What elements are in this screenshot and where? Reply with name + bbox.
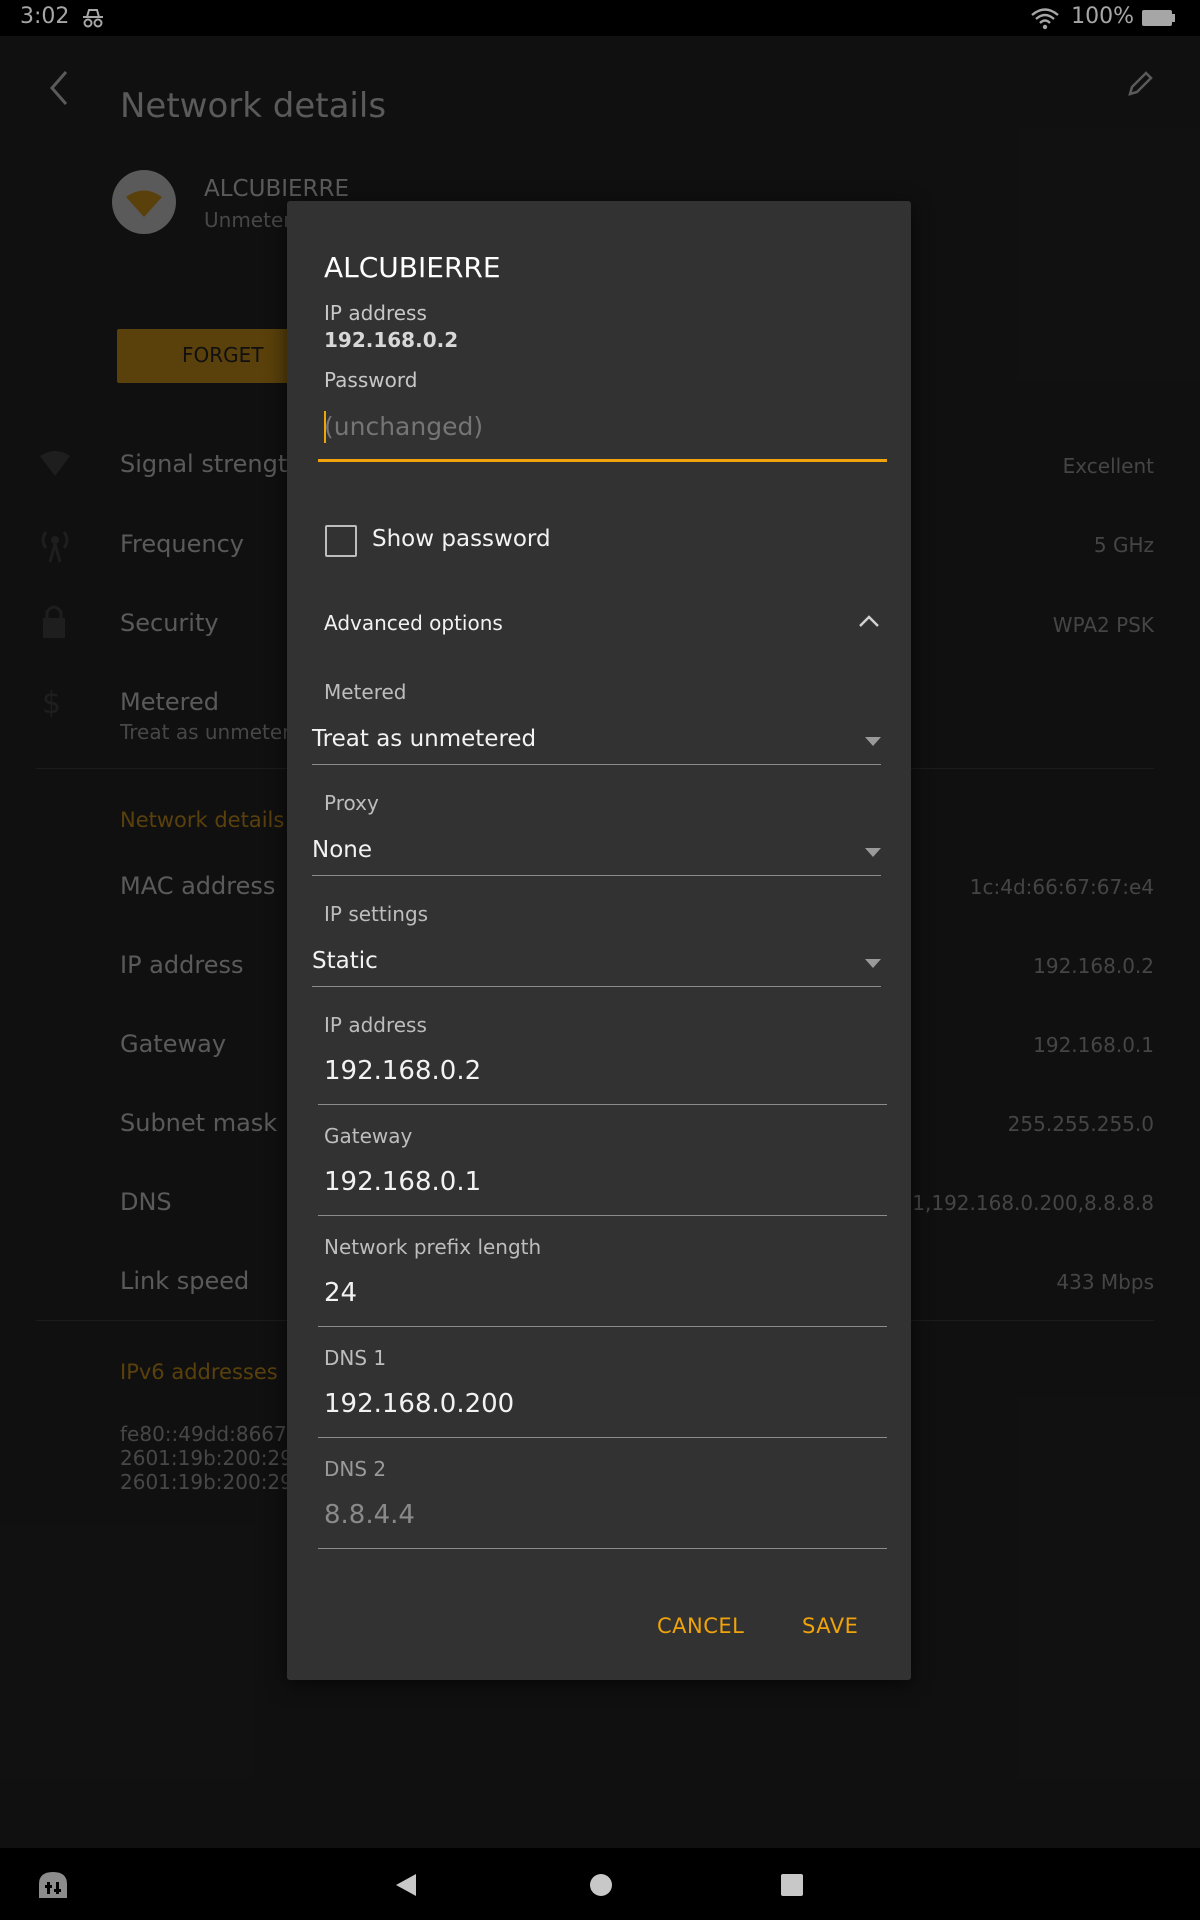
proxy-label: Proxy — [324, 791, 379, 815]
gateway-field-label: Gateway — [324, 1124, 413, 1148]
password-input[interactable] — [318, 404, 890, 448]
home-nav-icon[interactable] — [589, 1873, 613, 1897]
dns1-label: DNS 1 — [324, 1346, 387, 1370]
dropdown-arrow-icon[interactable] — [865, 848, 881, 857]
password-underline — [318, 459, 887, 462]
ip-settings-select[interactable]: Static — [312, 948, 378, 974]
cancel-button[interactable]: CANCEL — [657, 1614, 744, 1638]
prefix-length-input[interactable]: 24 — [324, 1278, 357, 1308]
dns1-input[interactable]: 192.168.0.200 — [324, 1389, 514, 1419]
navigation-bar — [0, 1848, 1200, 1920]
wifi-config-dialog: ALCUBIERRE IP address 192.168.0.2 Passwo… — [287, 201, 911, 1680]
advanced-options-label[interactable]: Advanced options — [324, 611, 503, 635]
save-button[interactable]: SAVE — [802, 1614, 858, 1638]
ip-address-field-label: IP address — [324, 1013, 427, 1037]
ip-address-value: 192.168.0.2 — [324, 328, 459, 352]
dns2-input[interactable]: 8.8.4.4 — [324, 1500, 415, 1530]
ip-settings-label: IP settings — [324, 902, 429, 926]
dropdown-arrow-icon[interactable] — [865, 959, 881, 968]
dialog-title: ALCUBIERRE — [324, 251, 501, 284]
dns2-label: DNS 2 — [324, 1457, 387, 1481]
password-label: Password — [324, 368, 418, 392]
ip-address-label: IP address — [324, 301, 427, 325]
quick-settings-icon[interactable] — [36, 1868, 70, 1902]
metered-select[interactable]: Treat as unmetered — [312, 726, 536, 752]
ip-address-input[interactable]: 192.168.0.2 — [324, 1056, 481, 1086]
proxy-select[interactable]: None — [312, 837, 372, 863]
metered-label: Metered — [324, 680, 407, 704]
recents-nav-icon[interactable] — [780, 1873, 804, 1897]
gateway-input[interactable]: 192.168.0.1 — [324, 1167, 481, 1197]
show-password-checkbox[interactable] — [325, 525, 357, 557]
prefix-length-label: Network prefix length — [324, 1235, 542, 1259]
back-nav-icon[interactable] — [394, 1872, 418, 1898]
chevron-up-icon[interactable] — [857, 613, 881, 629]
show-password-label[interactable]: Show password — [372, 526, 551, 552]
dropdown-arrow-icon[interactable] — [865, 737, 881, 746]
